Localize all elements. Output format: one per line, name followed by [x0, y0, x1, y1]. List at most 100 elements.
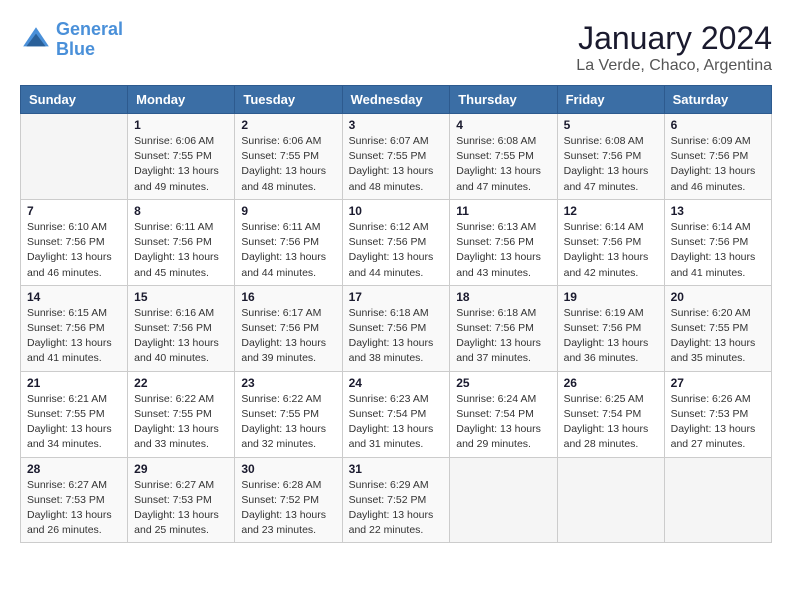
- calendar-week-3: 14 Sunrise: 6:15 AMSunset: 7:56 PMDayligh…: [21, 285, 772, 371]
- day-number: 27: [671, 376, 765, 390]
- day-number: 31: [349, 462, 444, 476]
- calendar-cell: 29 Sunrise: 6:27 AMSunset: 7:53 PMDayligh…: [128, 457, 235, 543]
- day-number: 12: [564, 204, 658, 218]
- day-number: 11: [456, 204, 550, 218]
- calendar-cell: 17 Sunrise: 6:18 AMSunset: 7:56 PMDayligh…: [342, 285, 450, 371]
- day-number: 15: [134, 290, 228, 304]
- calendar-header-row: SundayMondayTuesdayWednesdayThursdayFrid…: [21, 86, 772, 114]
- header-day-sunday: Sunday: [21, 86, 128, 114]
- calendar-cell: 12Sunrise: 6:14 AMSunset: 7:56 PMDayligh…: [557, 199, 664, 285]
- calendar-cell: 1Sunrise: 6:06 AMSunset: 7:55 PMDaylight…: [128, 114, 235, 200]
- calendar-week-2: 7 Sunrise: 6:10 AMSunset: 7:56 PMDaylight…: [21, 199, 772, 285]
- day-info: Sunrise: 6:18 AMSunset: 7:56 PMDaylight:…: [456, 306, 550, 367]
- calendar-week-5: 28 Sunrise: 6:27 AMSunset: 7:53 PMDayligh…: [21, 457, 772, 543]
- calendar-cell: 3 Sunrise: 6:07 AMSunset: 7:55 PMDaylight…: [342, 114, 450, 200]
- calendar-cell: 5 Sunrise: 6:08 AMSunset: 7:56 PMDaylight…: [557, 114, 664, 200]
- day-number: 2: [241, 118, 335, 132]
- day-info: Sunrise: 6:08 AMSunset: 7:55 PMDaylight:…: [456, 134, 550, 195]
- logo: General Blue: [20, 20, 123, 60]
- calendar-title: January 2024: [576, 20, 772, 57]
- calendar-cell: 30Sunrise: 6:28 AMSunset: 7:52 PMDayligh…: [235, 457, 342, 543]
- day-number: 13: [671, 204, 765, 218]
- calendar-cell: 8 Sunrise: 6:11 AMSunset: 7:56 PMDaylight…: [128, 199, 235, 285]
- calendar-cell: [557, 457, 664, 543]
- header-day-thursday: Thursday: [450, 86, 557, 114]
- day-number: 17: [349, 290, 444, 304]
- day-info: Sunrise: 6:10 AMSunset: 7:56 PMDaylight:…: [27, 220, 121, 281]
- calendar-subtitle: La Verde, Chaco, Argentina: [576, 57, 772, 75]
- calendar-cell: 23Sunrise: 6:22 AMSunset: 7:55 PMDayligh…: [235, 371, 342, 457]
- calendar-cell: 11 Sunrise: 6:13 AMSunset: 7:56 PMDayligh…: [450, 199, 557, 285]
- calendar-cell: 7 Sunrise: 6:10 AMSunset: 7:56 PMDaylight…: [21, 199, 128, 285]
- day-info: Sunrise: 6:27 AMSunset: 7:53 PMDaylight:…: [134, 478, 228, 539]
- calendar-cell: 22 Sunrise: 6:22 AMSunset: 7:55 PMDayligh…: [128, 371, 235, 457]
- day-number: 20: [671, 290, 765, 304]
- day-info: Sunrise: 6:16 AMSunset: 7:56 PMDaylight:…: [134, 306, 228, 367]
- day-number: 16: [241, 290, 335, 304]
- day-info: Sunrise: 6:25 AMSunset: 7:54 PMDaylight:…: [564, 392, 658, 453]
- calendar-cell: 25Sunrise: 6:24 AMSunset: 7:54 PMDayligh…: [450, 371, 557, 457]
- day-info: Sunrise: 6:13 AMSunset: 7:56 PMDaylight:…: [456, 220, 550, 281]
- day-info: Sunrise: 6:23 AMSunset: 7:54 PMDaylight:…: [349, 392, 444, 453]
- day-info: Sunrise: 6:26 AMSunset: 7:53 PMDaylight:…: [671, 392, 765, 453]
- calendar-week-4: 21 Sunrise: 6:21 AMSunset: 7:55 PMDayligh…: [21, 371, 772, 457]
- calendar-cell: 28 Sunrise: 6:27 AMSunset: 7:53 PMDayligh…: [21, 457, 128, 543]
- day-info: Sunrise: 6:19 AMSunset: 7:56 PMDaylight:…: [564, 306, 658, 367]
- calendar-cell: 26 Sunrise: 6:25 AMSunset: 7:54 PMDayligh…: [557, 371, 664, 457]
- day-number: 28: [27, 462, 121, 476]
- day-number: 6: [671, 118, 765, 132]
- title-block: January 2024 La Verde, Chaco, Argentina: [576, 20, 772, 75]
- day-info: Sunrise: 6:18 AMSunset: 7:56 PMDaylight:…: [349, 306, 444, 367]
- calendar-cell: [664, 457, 771, 543]
- calendar-cell: 10Sunrise: 6:12 AMSunset: 7:56 PMDayligh…: [342, 199, 450, 285]
- day-number: 7: [27, 204, 121, 218]
- day-info: Sunrise: 6:11 AMSunset: 7:56 PMDaylight:…: [134, 220, 228, 281]
- header-day-monday: Monday: [128, 86, 235, 114]
- calendar-cell: 19Sunrise: 6:19 AMSunset: 7:56 PMDayligh…: [557, 285, 664, 371]
- day-number: 26: [564, 376, 658, 390]
- day-number: 3: [349, 118, 444, 132]
- calendar-cell: 6Sunrise: 6:09 AMSunset: 7:56 PMDaylight…: [664, 114, 771, 200]
- day-info: Sunrise: 6:28 AMSunset: 7:52 PMDaylight:…: [241, 478, 335, 539]
- calendar-table: SundayMondayTuesdayWednesdayThursdayFrid…: [20, 85, 772, 543]
- header-day-saturday: Saturday: [664, 86, 771, 114]
- logo-line2: Blue: [56, 39, 95, 59]
- day-info: Sunrise: 6:11 AMSunset: 7:56 PMDaylight:…: [241, 220, 335, 281]
- logo-text: General Blue: [56, 20, 123, 60]
- day-number: 21: [27, 376, 121, 390]
- calendar-cell: 24 Sunrise: 6:23 AMSunset: 7:54 PMDayligh…: [342, 371, 450, 457]
- day-number: 24: [349, 376, 444, 390]
- day-info: Sunrise: 6:14 AMSunset: 7:56 PMDaylight:…: [671, 220, 765, 281]
- calendar-cell: 2 Sunrise: 6:06 AMSunset: 7:55 PMDaylight…: [235, 114, 342, 200]
- calendar-cell: 18 Sunrise: 6:18 AMSunset: 7:56 PMDayligh…: [450, 285, 557, 371]
- day-info: Sunrise: 6:29 AMSunset: 7:52 PMDaylight:…: [349, 478, 444, 539]
- day-info: Sunrise: 6:21 AMSunset: 7:55 PMDaylight:…: [27, 392, 121, 453]
- header-day-tuesday: Tuesday: [235, 86, 342, 114]
- day-info: Sunrise: 6:27 AMSunset: 7:53 PMDaylight:…: [27, 478, 121, 539]
- day-number: 5: [564, 118, 658, 132]
- day-info: Sunrise: 6:07 AMSunset: 7:55 PMDaylight:…: [349, 134, 444, 195]
- logo-icon: [20, 24, 52, 56]
- calendar-cell: 27 Sunrise: 6:26 AMSunset: 7:53 PMDayligh…: [664, 371, 771, 457]
- day-info: Sunrise: 6:15 AMSunset: 7:56 PMDaylight:…: [27, 306, 121, 367]
- day-number: 22: [134, 376, 228, 390]
- day-number: 23: [241, 376, 335, 390]
- day-number: 4: [456, 118, 550, 132]
- day-number: 8: [134, 204, 228, 218]
- day-info: Sunrise: 6:08 AMSunset: 7:56 PMDaylight:…: [564, 134, 658, 195]
- calendar-cell: 31 Sunrise: 6:29 AMSunset: 7:52 PMDayligh…: [342, 457, 450, 543]
- day-number: 18: [456, 290, 550, 304]
- page-header: General Blue January 2024 La Verde, Chac…: [20, 20, 772, 75]
- day-info: Sunrise: 6:06 AMSunset: 7:55 PMDaylight:…: [134, 134, 228, 195]
- calendar-week-1: 1Sunrise: 6:06 AMSunset: 7:55 PMDaylight…: [21, 114, 772, 200]
- day-number: 29: [134, 462, 228, 476]
- calendar-cell: 20 Sunrise: 6:20 AMSunset: 7:55 PMDayligh…: [664, 285, 771, 371]
- day-info: Sunrise: 6:12 AMSunset: 7:56 PMDaylight:…: [349, 220, 444, 281]
- day-number: 14: [27, 290, 121, 304]
- day-info: Sunrise: 6:20 AMSunset: 7:55 PMDaylight:…: [671, 306, 765, 367]
- logo-line1: General: [56, 19, 123, 39]
- day-info: Sunrise: 6:22 AMSunset: 7:55 PMDaylight:…: [134, 392, 228, 453]
- day-info: Sunrise: 6:24 AMSunset: 7:54 PMDaylight:…: [456, 392, 550, 453]
- day-info: Sunrise: 6:06 AMSunset: 7:55 PMDaylight:…: [241, 134, 335, 195]
- calendar-cell: 15 Sunrise: 6:16 AMSunset: 7:56 PMDayligh…: [128, 285, 235, 371]
